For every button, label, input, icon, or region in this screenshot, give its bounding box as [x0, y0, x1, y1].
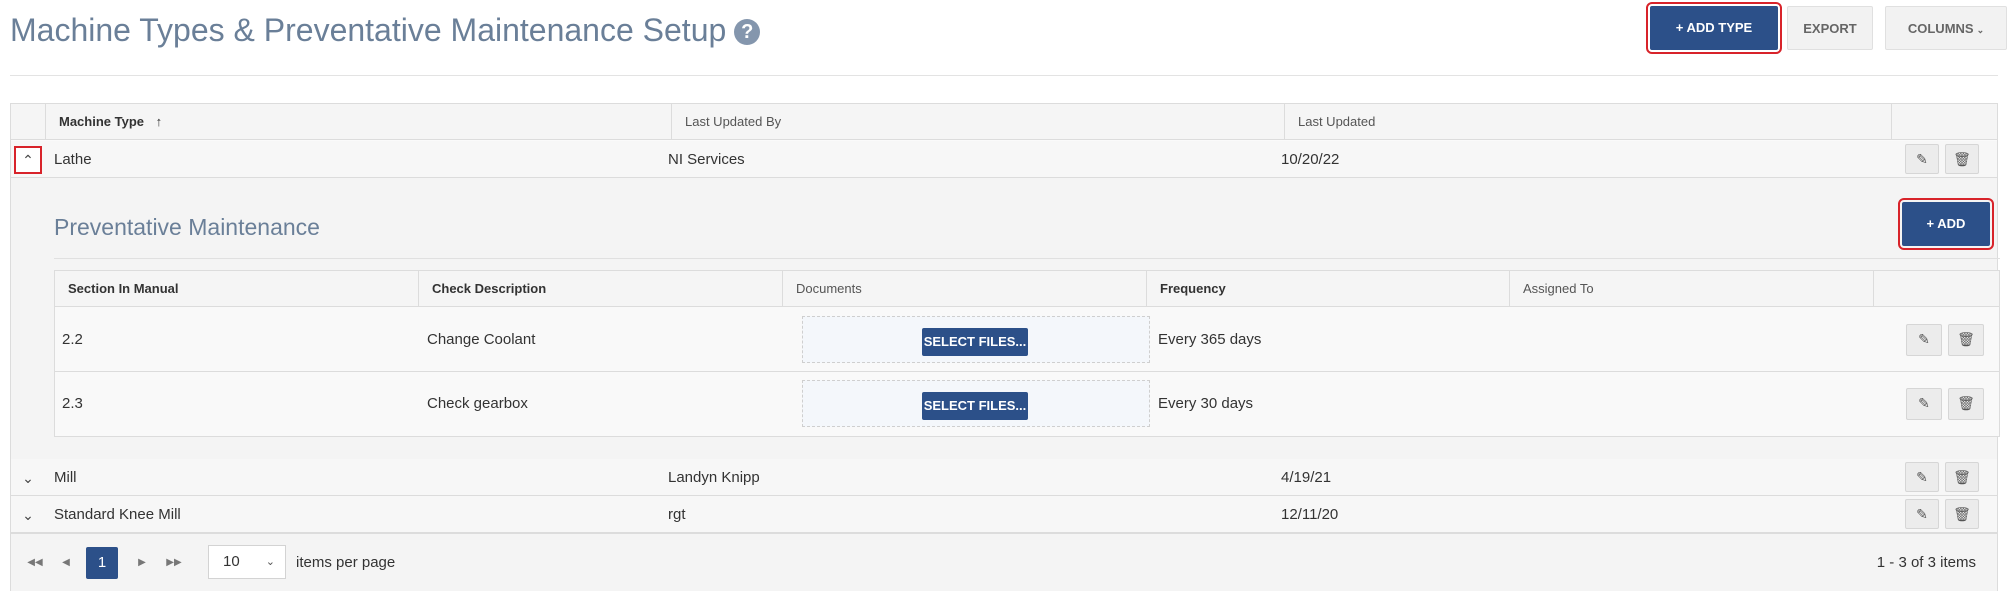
edit-icon[interactable]: ✎	[1905, 499, 1939, 529]
first-page-icon[interactable]: ◀◀	[23, 551, 47, 575]
edit-icon[interactable]: ✎	[1906, 324, 1942, 356]
column-header-actions	[1891, 104, 1998, 140]
detail-panel: Preventative Maintenance + ADD Section I…	[11, 178, 2000, 463]
page-title-text: Machine Types & Preventative Maintenance…	[10, 12, 727, 48]
page-size-value: 10	[223, 553, 240, 570]
page-header: Machine Types & Preventative Maintenance…	[10, 0, 2007, 76]
trash-icon[interactable]: 🗑	[1945, 462, 1979, 492]
items-per-page-label: items per page	[296, 554, 396, 571]
pm-row[interactable]: 2.2 Change Coolant SELECT FILES... Every…	[55, 308, 1999, 372]
column-header-last-updated-by[interactable]: Last Updated By	[671, 104, 1284, 140]
column-header-description[interactable]: Check Description	[418, 271, 782, 307]
table-row[interactable]: ⌄ Standard Knee Mill rgt 12/11/20 ✎ 🗑	[11, 496, 1997, 533]
trash-icon[interactable]: 🗑	[1948, 388, 1984, 420]
column-header-label: Machine Type	[59, 114, 145, 129]
pm-section-title: Preventative Maintenance	[54, 214, 320, 240]
column-header-frequency[interactable]: Frequency	[1146, 271, 1509, 307]
select-files-button[interactable]: SELECT FILES...	[922, 392, 1028, 420]
trash-icon[interactable]: 🗑	[1948, 324, 1984, 356]
last-updated-by-cell: NI Services	[668, 151, 745, 168]
last-page-icon[interactable]: ▶▶	[162, 551, 186, 575]
previous-page-icon[interactable]: ◀	[54, 551, 78, 575]
last-updated-cell: 4/19/21	[1281, 469, 1332, 486]
trash-icon[interactable]: 🗑	[1945, 499, 1979, 529]
table-row[interactable]: ⌄ Mill Landyn Knipp 4/19/21 ✎ 🗑	[11, 459, 1997, 496]
export-button[interactable]: EXPORT	[1787, 6, 1873, 50]
machine-types-grid: Machine Type ↑ Last Updated By Last Upda…	[10, 103, 2000, 591]
columns-button[interactable]: COLUMNS ⌄	[1885, 6, 2007, 50]
file-drop-zone[interactable]: SELECT FILES...	[802, 380, 1150, 427]
last-updated-by-cell: Landyn Knipp	[668, 469, 760, 486]
help-icon[interactable]: ?	[734, 19, 761, 45]
page-number-current[interactable]: 1	[86, 547, 118, 579]
add-type-button[interactable]: + ADD TYPE	[1646, 2, 1782, 54]
machine-type-cell: Lathe	[54, 151, 92, 168]
column-header-actions	[1873, 271, 2000, 307]
next-page-icon[interactable]: ▶	[130, 551, 154, 575]
chevron-down-icon: ⌄	[1976, 25, 1985, 35]
description-cell: Change Coolant	[427, 331, 536, 348]
page-title: Machine Types & Preventative Maintenance…	[10, 12, 761, 49]
last-updated-by-cell: rgt	[668, 506, 686, 523]
edit-icon[interactable]: ✎	[1906, 388, 1942, 420]
chevron-down-icon[interactable]: ⌄	[16, 466, 40, 490]
divider	[54, 258, 2000, 259]
last-updated-cell: 12/11/20	[1281, 506, 1339, 523]
section-cell: 2.3	[62, 395, 83, 412]
edit-icon[interactable]: ✎	[1905, 144, 1939, 174]
table-row[interactable]: ⌃ Lathe NI Services 10/20/22 ✎ 🗑	[11, 141, 1997, 178]
sort-ascending-icon: ↑	[155, 114, 163, 129]
chevron-up-icon[interactable]: ⌃	[14, 146, 42, 174]
add-pm-button[interactable]: + ADD	[1898, 198, 1994, 250]
chevron-down-icon[interactable]: ⌄	[16, 503, 40, 527]
pm-grid-header: Section In Manual Check Description Docu…	[55, 271, 1999, 307]
columns-button-label: COLUMNS	[1907, 21, 1974, 36]
pager: ◀◀ ◀ 1 ▶ ▶▶ 10 ⌄ items per page 1 - 3 of…	[11, 533, 1997, 591]
pager-info: 1 - 3 of 3 items	[1876, 554, 1976, 571]
file-drop-zone[interactable]: SELECT FILES...	[802, 316, 1150, 363]
page-size-select[interactable]: 10 ⌄	[208, 545, 286, 579]
column-header-documents[interactable]: Documents	[782, 271, 1146, 307]
frequency-cell: Every 30 days	[1158, 395, 1254, 412]
edit-icon[interactable]: ✎	[1905, 462, 1939, 492]
column-header-machine-type[interactable]: Machine Type ↑	[45, 104, 519, 140]
select-files-button[interactable]: SELECT FILES...	[922, 328, 1028, 356]
column-header-last-updated[interactable]: Last Updated	[1284, 104, 1891, 140]
grid-header: Machine Type ↑ Last Updated By Last Upda…	[11, 104, 1997, 140]
last-updated-cell: 10/20/22	[1281, 151, 1340, 168]
machine-type-cell: Mill	[54, 469, 77, 486]
machine-type-cell: Standard Knee Mill	[54, 506, 181, 523]
pm-row[interactable]: 2.3 Check gearbox SELECT FILES... Every …	[55, 372, 1999, 436]
pm-grid: Section In Manual Check Description Docu…	[54, 270, 2000, 437]
chevron-down-icon: ⌄	[265, 556, 275, 568]
trash-icon[interactable]: 🗑	[1945, 144, 1979, 174]
section-cell: 2.2	[62, 331, 83, 348]
column-header-assigned-to[interactable]: Assigned To	[1509, 271, 1873, 307]
column-header-section[interactable]: Section In Manual	[55, 271, 418, 307]
description-cell: Check gearbox	[427, 395, 528, 412]
frequency-cell: Every 365 days	[1158, 331, 1262, 348]
